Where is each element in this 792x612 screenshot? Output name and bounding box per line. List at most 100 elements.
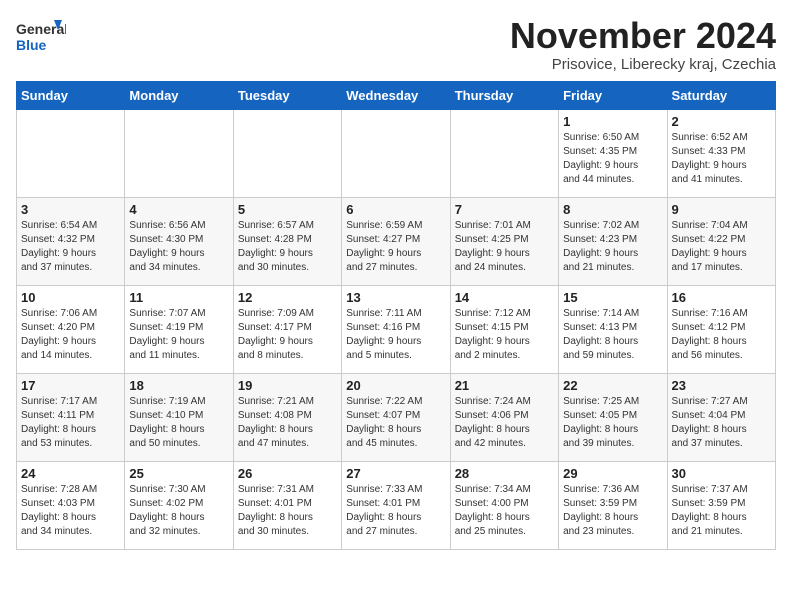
calendar-cell: 19 Sunrise: 7:21 AM Sunset: 4:08 PM Dayli… <box>233 373 341 461</box>
header-sunday: Sunday <box>17 81 125 109</box>
calendar-cell: 30 Sunrise: 7:37 AM Sunset: 3:59 PM Dayli… <box>667 461 775 549</box>
day-info: Sunrise: 7:04 AM Sunset: 4:22 PM Dayligh… <box>672 219 771 275</box>
day-info: Sunrise: 6:50 AM Sunset: 4:35 PM Dayligh… <box>563 131 662 187</box>
calendar-cell: 13Sunrise: 7:11 AM Sunset: 4:16 PM Dayli… <box>342 285 450 373</box>
calendar-cell: 28 Sunrise: 7:34 AM Sunset: 4:00 PM Dayli… <box>450 461 558 549</box>
day-info: Sunrise: 7:36 AM Sunset: 3:59 PM Dayligh… <box>563 483 662 539</box>
logo: General Blue <box>16 16 66 58</box>
calendar-cell: 15 Sunrise: 7:14 AM Sunset: 4:13 PM Dayli… <box>559 285 667 373</box>
day-info: Sunrise: 7:28 AM Sunset: 4:03 PM Dayligh… <box>21 483 120 539</box>
day-number: 11 <box>129 290 228 305</box>
calendar-cell: 17 Sunrise: 7:17 AM Sunset: 4:11 PM Dayli… <box>17 373 125 461</box>
calendar-cell: 3Sunrise: 6:54 AM Sunset: 4:32 PM Daylig… <box>17 197 125 285</box>
day-number: 3 <box>21 202 120 217</box>
day-info: Sunrise: 7:01 AM Sunset: 4:25 PM Dayligh… <box>455 219 554 275</box>
day-number: 27 <box>346 466 445 481</box>
day-number: 2 <box>672 114 771 129</box>
calendar-cell: 14 Sunrise: 7:12 AM Sunset: 4:15 PM Dayli… <box>450 285 558 373</box>
day-number: 16 <box>672 290 771 305</box>
header-wednesday: Wednesday <box>342 81 450 109</box>
calendar-cell <box>125 109 233 197</box>
day-info: Sunrise: 7:25 AM Sunset: 4:05 PM Dayligh… <box>563 395 662 451</box>
calendar-cell: 2 Sunrise: 6:52 AM Sunset: 4:33 PM Daylig… <box>667 109 775 197</box>
day-info: Sunrise: 7:24 AM Sunset: 4:06 PM Dayligh… <box>455 395 554 451</box>
day-number: 17 <box>21 378 120 393</box>
calendar-cell: 11 Sunrise: 7:07 AM Sunset: 4:19 PM Dayli… <box>125 285 233 373</box>
calendar-cell: 1 Sunrise: 6:50 AM Sunset: 4:35 PM Daylig… <box>559 109 667 197</box>
header-friday: Friday <box>559 81 667 109</box>
day-info: Sunrise: 7:33 AM Sunset: 4:01 PM Dayligh… <box>346 483 445 539</box>
day-number: 15 <box>563 290 662 305</box>
day-number: 13 <box>346 290 445 305</box>
logo-svg: General Blue <box>16 16 66 58</box>
calendar-table: SundayMondayTuesdayWednesdayThursdayFrid… <box>16 81 776 550</box>
day-number: 21 <box>455 378 554 393</box>
title-area: November 2024 Prisovice, Liberecky kraj,… <box>510 16 776 73</box>
day-number: 19 <box>238 378 337 393</box>
header-thursday: Thursday <box>450 81 558 109</box>
day-info: Sunrise: 7:12 AM Sunset: 4:15 PM Dayligh… <box>455 307 554 363</box>
svg-text:Blue: Blue <box>16 37 47 53</box>
calendar-cell: 7 Sunrise: 7:01 AM Sunset: 4:25 PM Daylig… <box>450 197 558 285</box>
day-number: 25 <box>129 466 228 481</box>
day-number: 12 <box>238 290 337 305</box>
calendar-cell: 9 Sunrise: 7:04 AM Sunset: 4:22 PM Daylig… <box>667 197 775 285</box>
day-number: 23 <box>672 378 771 393</box>
day-number: 28 <box>455 466 554 481</box>
calendar-cell: 22Sunrise: 7:25 AM Sunset: 4:05 PM Dayli… <box>559 373 667 461</box>
day-number: 9 <box>672 202 771 217</box>
day-info: Sunrise: 7:27 AM Sunset: 4:04 PM Dayligh… <box>672 395 771 451</box>
calendar-cell: 26 Sunrise: 7:31 AM Sunset: 4:01 PM Dayli… <box>233 461 341 549</box>
day-info: Sunrise: 6:59 AM Sunset: 4:27 PM Dayligh… <box>346 219 445 275</box>
calendar-cell: 25Sunrise: 7:30 AM Sunset: 4:02 PM Dayli… <box>125 461 233 549</box>
calendar-cell <box>233 109 341 197</box>
day-number: 6 <box>346 202 445 217</box>
day-number: 18 <box>129 378 228 393</box>
calendar-cell: 29 Sunrise: 7:36 AM Sunset: 3:59 PM Dayli… <box>559 461 667 549</box>
day-info: Sunrise: 7:34 AM Sunset: 4:00 PM Dayligh… <box>455 483 554 539</box>
day-info: Sunrise: 7:17 AM Sunset: 4:11 PM Dayligh… <box>21 395 120 451</box>
day-info: Sunrise: 7:21 AM Sunset: 4:08 PM Dayligh… <box>238 395 337 451</box>
day-info: Sunrise: 7:07 AM Sunset: 4:19 PM Dayligh… <box>129 307 228 363</box>
day-info: Sunrise: 7:37 AM Sunset: 3:59 PM Dayligh… <box>672 483 771 539</box>
day-info: Sunrise: 6:57 AM Sunset: 4:28 PM Dayligh… <box>238 219 337 275</box>
calendar-cell: 20 Sunrise: 7:22 AM Sunset: 4:07 PM Dayli… <box>342 373 450 461</box>
day-number: 7 <box>455 202 554 217</box>
day-number: 8 <box>563 202 662 217</box>
day-info: Sunrise: 7:16 AM Sunset: 4:12 PM Dayligh… <box>672 307 771 363</box>
header-saturday: Saturday <box>667 81 775 109</box>
header-monday: Monday <box>125 81 233 109</box>
calendar-cell <box>17 109 125 197</box>
day-info: Sunrise: 7:06 AM Sunset: 4:20 PM Dayligh… <box>21 307 120 363</box>
calendar-cell: 10Sunrise: 7:06 AM Sunset: 4:20 PM Dayli… <box>17 285 125 373</box>
day-number: 30 <box>672 466 771 481</box>
day-number: 5 <box>238 202 337 217</box>
subtitle: Prisovice, Liberecky kraj, Czechia <box>510 56 776 73</box>
calendar-cell: 5 Sunrise: 6:57 AM Sunset: 4:28 PM Daylig… <box>233 197 341 285</box>
day-info: Sunrise: 6:56 AM Sunset: 4:30 PM Dayligh… <box>129 219 228 275</box>
calendar-cell: 8 Sunrise: 7:02 AM Sunset: 4:23 PM Daylig… <box>559 197 667 285</box>
day-info: Sunrise: 7:31 AM Sunset: 4:01 PM Dayligh… <box>238 483 337 539</box>
calendar-cell <box>342 109 450 197</box>
calendar-cell <box>450 109 558 197</box>
calendar-cell: 23 Sunrise: 7:27 AM Sunset: 4:04 PM Dayli… <box>667 373 775 461</box>
calendar-cell: 21 Sunrise: 7:24 AM Sunset: 4:06 PM Dayli… <box>450 373 558 461</box>
day-number: 14 <box>455 290 554 305</box>
calendar-cell: 12 Sunrise: 7:09 AM Sunset: 4:17 PM Dayli… <box>233 285 341 373</box>
day-info: Sunrise: 7:02 AM Sunset: 4:23 PM Dayligh… <box>563 219 662 275</box>
calendar-cell: 18Sunrise: 7:19 AM Sunset: 4:10 PM Dayli… <box>125 373 233 461</box>
day-info: Sunrise: 7:22 AM Sunset: 4:07 PM Dayligh… <box>346 395 445 451</box>
calendar-cell: 16 Sunrise: 7:16 AM Sunset: 4:12 PM Dayli… <box>667 285 775 373</box>
day-info: Sunrise: 7:09 AM Sunset: 4:17 PM Dayligh… <box>238 307 337 363</box>
day-number: 26 <box>238 466 337 481</box>
month-title: November 2024 <box>510 16 776 56</box>
day-number: 29 <box>563 466 662 481</box>
header: General Blue November 2024 Prisovice, Li… <box>16 16 776 73</box>
day-info: Sunrise: 6:52 AM Sunset: 4:33 PM Dayligh… <box>672 131 771 187</box>
day-number: 20 <box>346 378 445 393</box>
day-number: 1 <box>563 114 662 129</box>
day-info: Sunrise: 7:14 AM Sunset: 4:13 PM Dayligh… <box>563 307 662 363</box>
calendar-cell: 6 Sunrise: 6:59 AM Sunset: 4:27 PM Daylig… <box>342 197 450 285</box>
calendar-cell: 27 Sunrise: 7:33 AM Sunset: 4:01 PM Dayli… <box>342 461 450 549</box>
day-number: 24 <box>21 466 120 481</box>
